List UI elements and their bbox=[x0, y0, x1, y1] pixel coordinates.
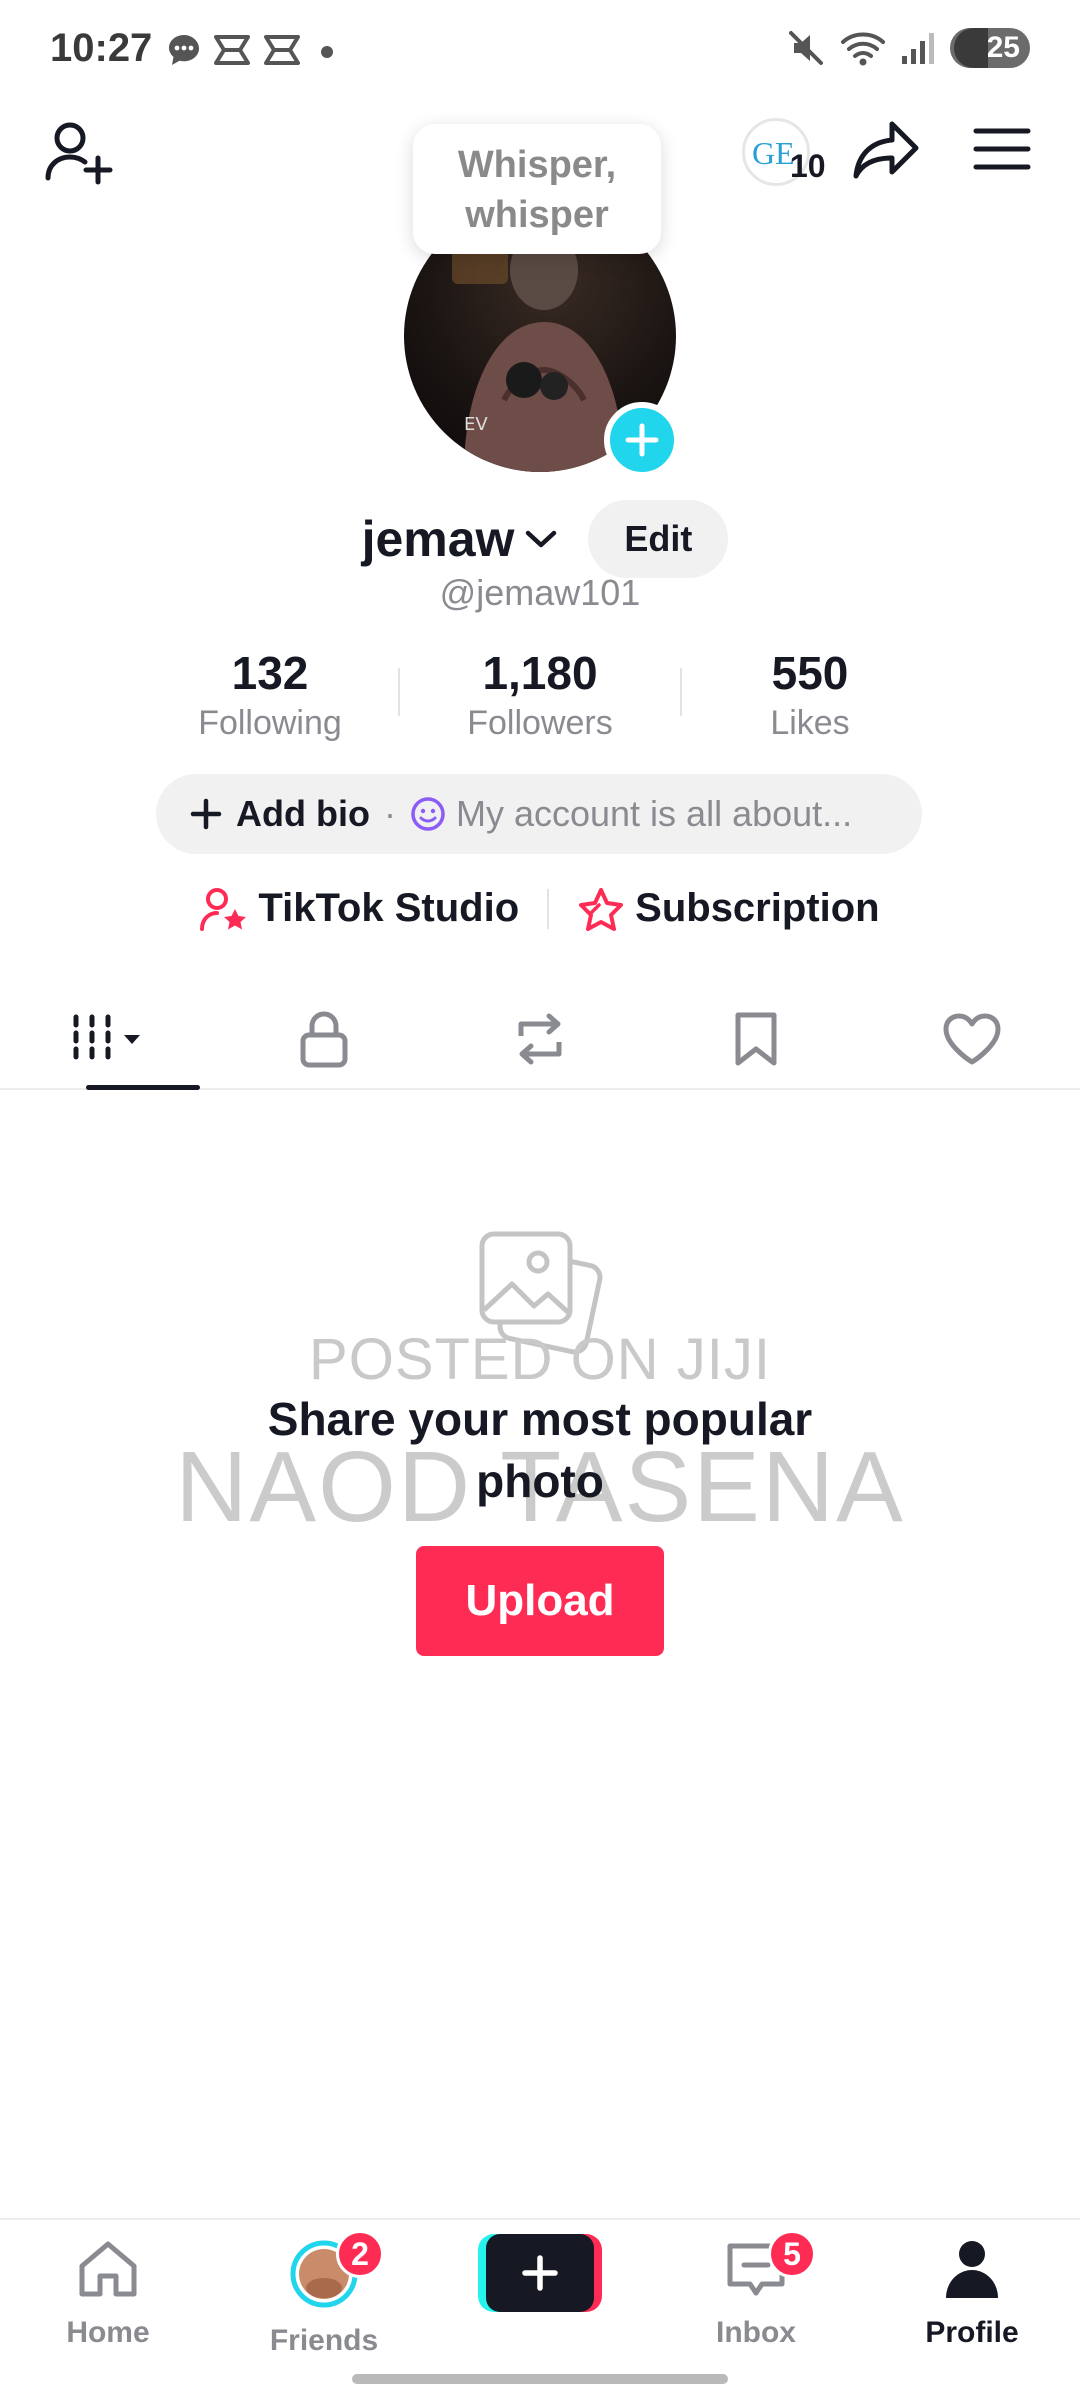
stats-row: 132 Following 1,180 Followers 550 Likes bbox=[160, 646, 920, 743]
whisper-bubble[interactable]: Whisper, whisper bbox=[413, 124, 661, 254]
tab-favorites[interactable] bbox=[648, 990, 864, 1088]
add-photo-button[interactable] bbox=[604, 402, 680, 478]
system-icons: 25 bbox=[786, 28, 1030, 68]
share-icon[interactable] bbox=[852, 118, 920, 180]
empty-title-line-2: photo bbox=[476, 1455, 604, 1507]
profile-icon bbox=[946, 2241, 998, 2298]
mute-icon bbox=[789, 31, 823, 65]
empty-state-title: Share your most popular photo bbox=[0, 1388, 1080, 1512]
divider bbox=[680, 668, 682, 716]
add-bio-label: Add bio bbox=[236, 793, 370, 834]
create-button-face bbox=[486, 2234, 594, 2312]
name-row: jemaw Edit bbox=[0, 500, 1080, 578]
signal-icon bbox=[902, 33, 934, 64]
nav-profile-label: Profile bbox=[925, 2316, 1019, 2349]
stat-following[interactable]: 132 Following bbox=[160, 646, 380, 743]
home-indicator[interactable] bbox=[352, 2374, 728, 2384]
plus-icon bbox=[522, 2255, 558, 2291]
stat-value: 132 bbox=[231, 647, 309, 699]
menu-icon[interactable] bbox=[972, 126, 1032, 172]
subscription-link[interactable]: Subscription bbox=[577, 886, 880, 931]
stat-label: Following bbox=[198, 704, 342, 742]
bio-placeholder: My account is all about... bbox=[455, 793, 853, 834]
whisper-line-1: Whisper, bbox=[457, 144, 617, 186]
bookmark-icon bbox=[735, 1012, 777, 1066]
watermark-line-1: POSTED ON JIJI bbox=[309, 1327, 771, 1392]
divider bbox=[398, 668, 400, 716]
chevron-down-icon bbox=[526, 530, 557, 548]
stat-followers[interactable]: 1,180 Followers bbox=[430, 646, 650, 743]
svg-text:EV: EV bbox=[464, 414, 488, 435]
nav-home-label: Home bbox=[66, 2316, 150, 2349]
battery-indicator: 25 bbox=[950, 28, 1030, 68]
content-tabs bbox=[0, 990, 1080, 1090]
notification-icons bbox=[166, 32, 342, 68]
repost-icon bbox=[518, 1013, 562, 1065]
dot-icon bbox=[321, 46, 333, 58]
divider bbox=[547, 888, 550, 929]
create-button[interactable] bbox=[478, 2234, 602, 2312]
whisper-line-2: whisper bbox=[465, 194, 609, 236]
edit-profile-button[interactable]: Edit bbox=[588, 500, 729, 578]
battery-level: 25 bbox=[986, 31, 1020, 64]
home-icon bbox=[79, 2241, 137, 2297]
tiktok-studio-link[interactable]: TikTok Studio bbox=[200, 886, 519, 931]
subscription-star-icon bbox=[579, 887, 624, 931]
grid-filter-icon bbox=[73, 1014, 140, 1060]
inbox-badge: 5 bbox=[768, 2230, 816, 2278]
heart-icon bbox=[943, 1013, 1001, 1065]
stat-label: Likes bbox=[770, 704, 850, 742]
account-switcher[interactable]: jemaw bbox=[362, 510, 559, 568]
charging-bolt-icon bbox=[954, 28, 988, 68]
capcut-icon bbox=[214, 35, 250, 65]
bio-separator: · bbox=[383, 793, 396, 834]
empty-title-line-1: Share your most popular bbox=[267, 1393, 813, 1445]
plus-icon bbox=[625, 423, 659, 457]
creator-tools-row: TikTok Studio Subscription bbox=[0, 886, 1080, 931]
studio-person-star-icon bbox=[200, 887, 247, 931]
user-handle: @jemaw101 bbox=[439, 572, 641, 613]
lock-icon bbox=[300, 1011, 348, 1068]
subscription-label: Subscription bbox=[635, 886, 880, 930]
tab-private[interactable] bbox=[216, 990, 432, 1088]
notification-count: 10 bbox=[790, 148, 826, 184]
nav-profile[interactable]: Profile bbox=[892, 2238, 1052, 2350]
upload-button[interactable]: Upload bbox=[416, 1546, 664, 1656]
capcut-icon bbox=[264, 35, 300, 65]
nav-inbox-label: Inbox bbox=[716, 2316, 796, 2349]
svg-text:GE: GE bbox=[752, 135, 795, 171]
nav-friends-label: Friends bbox=[269, 2324, 379, 2357]
status-time: 10:27 bbox=[50, 26, 153, 70]
plus-icon bbox=[190, 798, 222, 830]
friends-badge: 2 bbox=[336, 2230, 384, 2278]
smiley-icon bbox=[411, 797, 445, 831]
status-bar: 10:27 25 bbox=[0, 0, 1080, 100]
wifi-icon bbox=[841, 32, 885, 66]
tiktok-studio-label: TikTok Studio bbox=[258, 886, 520, 930]
tab-videos[interactable] bbox=[0, 990, 216, 1090]
add-friend-icon[interactable] bbox=[44, 118, 116, 188]
tab-reposts[interactable] bbox=[432, 990, 648, 1088]
tab-liked[interactable] bbox=[864, 990, 1080, 1088]
username: jemaw bbox=[361, 511, 515, 567]
stat-label: Followers bbox=[467, 704, 613, 742]
stat-value: 550 bbox=[771, 647, 849, 699]
active-tab-indicator bbox=[86, 1085, 200, 1090]
stat-likes[interactable]: 550 Likes bbox=[700, 646, 920, 743]
nav-home[interactable]: Home bbox=[28, 2238, 188, 2350]
chat-bubble-icon bbox=[169, 35, 199, 65]
add-bio-pill[interactable]: Add bio · My account is all about... bbox=[156, 774, 922, 854]
stat-value: 1,180 bbox=[482, 647, 598, 699]
